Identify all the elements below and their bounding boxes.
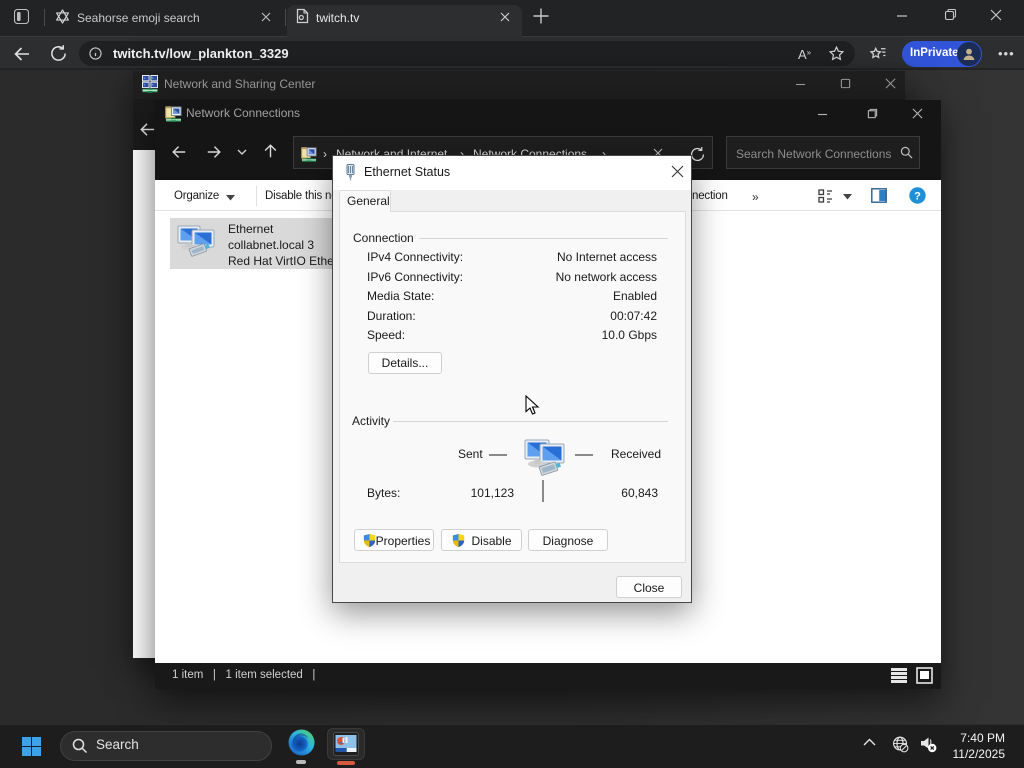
svg-text:?: ? — [914, 191, 921, 203]
